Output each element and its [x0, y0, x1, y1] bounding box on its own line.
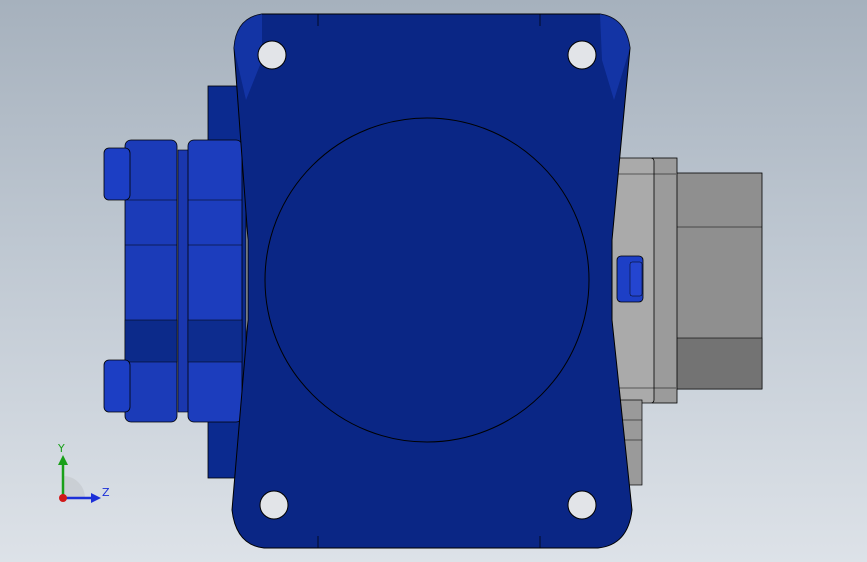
triad-z-label: Z [102, 486, 110, 499]
z-axis-arrow [91, 493, 101, 503]
motor-flange [651, 157, 678, 404]
housing-cover [264, 117, 590, 443]
motor-body-shade [675, 337, 763, 390]
graphics-viewport[interactable]: Y Z [0, 0, 867, 562]
x-axis-dot [59, 494, 67, 502]
mounting-hole-top-right [567, 40, 597, 70]
gearbox-model[interactable] [0, 0, 867, 562]
coordinate-triad: Y Z [48, 438, 118, 510]
output-flange[interactable] [103, 139, 243, 423]
mounting-hole-top-left [257, 40, 287, 70]
flange-bolt-bottom [103, 359, 131, 413]
mounting-hole-bottom-left [259, 490, 289, 520]
flange-bolt-top [103, 147, 131, 201]
motor-assembly[interactable] [611, 157, 763, 486]
triad-quadrant [63, 476, 85, 498]
y-axis-arrow [58, 455, 68, 465]
triad-y-label: Y [58, 442, 65, 455]
mounting-hole-bottom-right [567, 490, 597, 520]
